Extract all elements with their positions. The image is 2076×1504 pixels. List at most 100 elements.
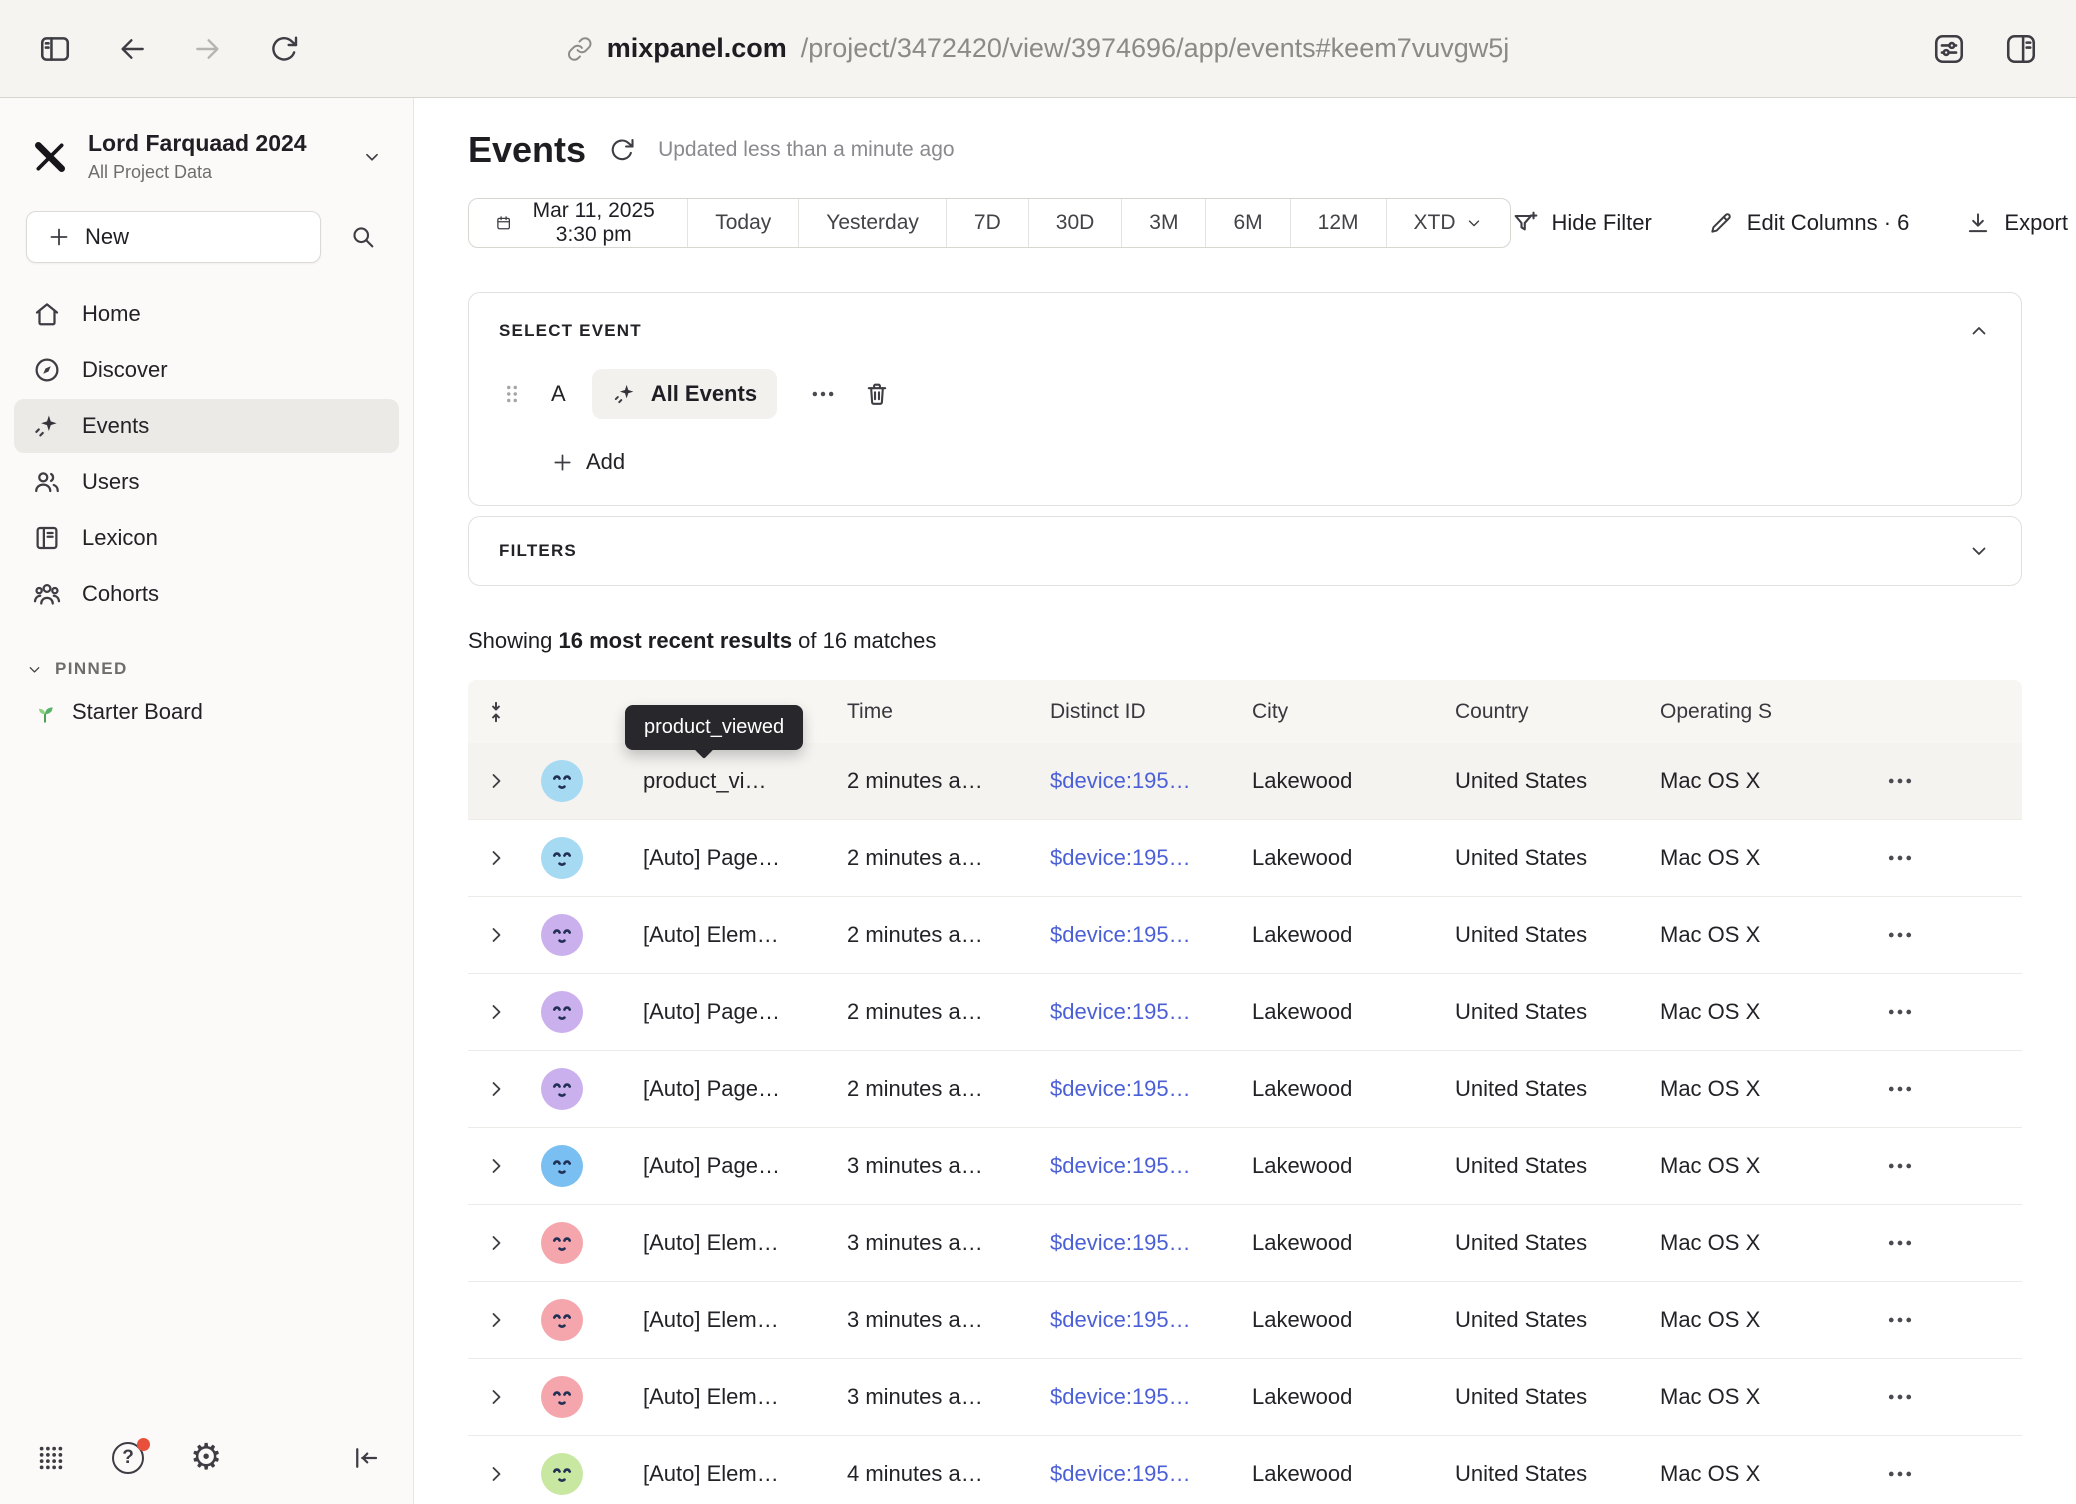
range-buttons: Today Yesterday 7D 30D 3M 6M 12M XTD — [687, 199, 1509, 247]
sidebar-item-users[interactable]: Users — [14, 455, 399, 509]
distinct-id-link[interactable]: $device:195… — [1050, 922, 1252, 948]
expand-row-icon[interactable] — [484, 1308, 508, 1332]
col-time[interactable]: Time — [847, 700, 1050, 724]
row-actions-button[interactable] — [1885, 1151, 1915, 1181]
distinct-id-link[interactable]: $device:195… — [1050, 1230, 1252, 1256]
page-settings-icon[interactable] — [1932, 32, 1966, 66]
distinct-id-link[interactable]: $device:195… — [1050, 845, 1252, 871]
settings-gear-icon[interactable]: ⚙ — [190, 1440, 222, 1476]
event-name: product_vi… — [600, 768, 847, 794]
distinct-id-link[interactable]: $device:195… — [1050, 1153, 1252, 1179]
search-button[interactable] — [337, 211, 389, 263]
url-host: mixpanel.com — [607, 33, 787, 64]
search-icon — [349, 223, 377, 251]
forward-icon[interactable] — [192, 33, 224, 65]
collapse-panel-button[interactable] — [1967, 319, 1991, 343]
back-icon[interactable] — [116, 33, 148, 65]
row-actions-button[interactable] — [1885, 1074, 1915, 1104]
range-button[interactable]: 6M — [1205, 199, 1289, 247]
event-chip-label: All Events — [651, 381, 757, 407]
sidebar-item-lexicon[interactable]: Lexicon — [14, 511, 399, 565]
expand-row-icon[interactable] — [484, 1462, 508, 1486]
browser-sidebar-toggle-icon[interactable] — [38, 32, 72, 66]
range-button[interactable]: Today — [687, 199, 798, 247]
sidebar-item-cohorts[interactable]: Cohorts — [14, 567, 399, 621]
sidebar-item-discover[interactable]: Discover — [14, 343, 399, 397]
distinct-id-link[interactable]: $device:195… — [1050, 1461, 1252, 1487]
row-actions-button[interactable] — [1885, 920, 1915, 950]
row-actions-button[interactable] — [1885, 766, 1915, 796]
expand-row-icon[interactable] — [484, 1000, 508, 1024]
drag-handle-icon[interactable] — [499, 381, 525, 407]
event-time: 3 minutes a… — [847, 1230, 1050, 1256]
export-button[interactable]: Export — [1965, 210, 2068, 236]
distinct-id-link[interactable]: $device:195… — [1050, 1384, 1252, 1410]
reload-icon[interactable] — [268, 33, 300, 65]
range-button[interactable]: Yesterday — [798, 199, 946, 247]
help-icon[interactable]: ? — [110, 1440, 146, 1476]
clause-more-button[interactable] — [809, 380, 837, 408]
event-name: [Auto] Page… — [600, 1076, 847, 1102]
event-time: 3 minutes a… — [847, 1153, 1050, 1179]
delete-clause-button[interactable] — [863, 380, 891, 408]
hide-filter-button[interactable]: Hide Filter — [1511, 209, 1652, 237]
toolbar: Mar 11, 2025 3:30 pm Today Yesterday 7D … — [468, 198, 2068, 248]
expand-row-icon[interactable] — [484, 769, 508, 793]
sidebar-item-home[interactable]: Home — [14, 287, 399, 341]
event-time: 3 minutes a… — [847, 1384, 1050, 1410]
city-cell: Lakewood — [1252, 1461, 1455, 1487]
split-view-icon[interactable] — [2004, 32, 2038, 66]
project-switcher[interactable]: Lord Farquaad 2024 All Project Data — [0, 98, 413, 201]
row-actions-button[interactable] — [1885, 1382, 1915, 1412]
date-picker-button[interactable]: Mar 11, 2025 3:30 pm — [469, 199, 687, 247]
expand-row-icon[interactable] — [484, 1154, 508, 1178]
event-time: 2 minutes a… — [847, 845, 1050, 871]
range-button[interactable]: 3M — [1121, 199, 1205, 247]
distinct-id-link[interactable]: $device:195… — [1050, 1307, 1252, 1333]
distinct-id-link[interactable]: $device:195… — [1050, 1076, 1252, 1102]
collapse-sidebar-icon[interactable] — [351, 1443, 381, 1473]
row-actions-button[interactable] — [1885, 997, 1915, 1027]
add-event-button[interactable]: Add — [551, 449, 625, 475]
sidebar-item-events[interactable]: Events — [14, 399, 399, 453]
row-actions-button[interactable] — [1885, 1305, 1915, 1335]
distinct-id-link[interactable]: $device:195… — [1050, 768, 1252, 794]
collapse-all-rows-icon[interactable] — [483, 699, 509, 725]
table-row: [Auto] Page… 2 minutes a… $device:195… L… — [468, 974, 2022, 1051]
expand-row-icon[interactable] — [484, 1077, 508, 1101]
event-name: [Auto] Page… — [600, 845, 847, 871]
col-operating-system[interactable]: Operating S — [1660, 700, 1885, 724]
expand-row-icon[interactable] — [484, 1231, 508, 1255]
expand-row-icon[interactable] — [484, 846, 508, 870]
plus-icon — [551, 451, 574, 474]
event-selector-chip[interactable]: All Events — [592, 369, 777, 419]
expand-row-icon[interactable] — [484, 923, 508, 947]
row-actions-button[interactable] — [1885, 1459, 1915, 1489]
range-button[interactable]: 30D — [1028, 199, 1122, 247]
edit-columns-button[interactable]: Edit Columns · 6 — [1708, 210, 1910, 236]
range-button[interactable]: 12M — [1290, 199, 1386, 247]
col-distinct-id[interactable]: Distinct ID — [1050, 700, 1252, 724]
event-name: [Auto] Elem… — [600, 922, 847, 948]
distinct-id-link[interactable]: $device:195… — [1050, 999, 1252, 1025]
row-actions-button[interactable] — [1885, 1228, 1915, 1258]
col-city[interactable]: City — [1252, 700, 1455, 724]
expand-filters-button[interactable] — [1967, 539, 1991, 563]
sidebar-item-label: Discover — [82, 357, 168, 383]
expand-row-icon[interactable] — [484, 1385, 508, 1409]
range-button[interactable]: 7D — [946, 199, 1028, 247]
export-label: Export — [2004, 210, 2068, 236]
apps-grid-icon[interactable] — [36, 1443, 66, 1473]
pinned-label: PINNED — [55, 659, 128, 679]
url-bar[interactable]: mixpanel.com/project/3472420/view/397469… — [567, 33, 1510, 64]
sidebar-item-starter-board[interactable]: Starter Board — [0, 679, 413, 745]
pinned-section-header[interactable]: PINNED — [0, 659, 413, 679]
row-actions-button[interactable] — [1885, 843, 1915, 873]
range-button[interactable]: XTD — [1386, 199, 1510, 247]
col-country[interactable]: Country — [1455, 700, 1660, 724]
refresh-icon[interactable] — [608, 136, 636, 164]
ellipsis-icon — [1885, 843, 1915, 873]
avatar — [541, 1222, 583, 1264]
cohorts-icon — [32, 579, 62, 609]
new-button[interactable]: New — [26, 211, 321, 263]
